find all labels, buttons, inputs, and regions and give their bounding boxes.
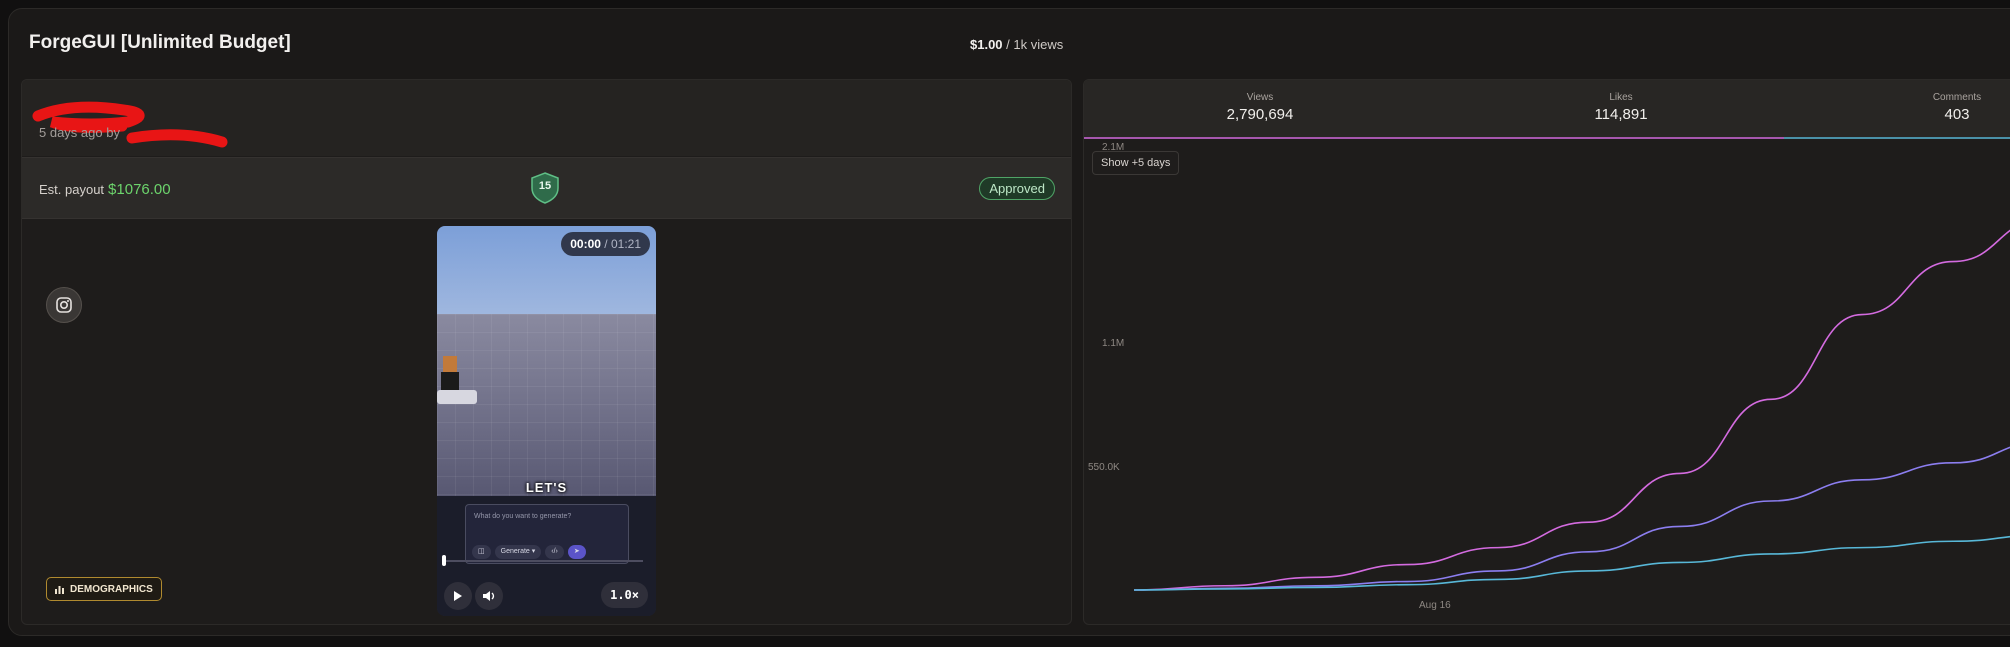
time-total: 01:21 xyxy=(610,237,641,251)
chart-series xyxy=(1133,229,2010,591)
volume-button[interactable] xyxy=(475,582,503,610)
time-current: 00:00 xyxy=(570,237,601,251)
payout-label-text: Est. payout xyxy=(39,182,105,197)
likes-line xyxy=(1133,446,2010,591)
y-tick-label: 550.0K xyxy=(1088,462,1120,473)
status-badge: Approved xyxy=(979,177,1055,200)
video-caption: LET'S xyxy=(525,480,568,495)
stat-comments: Comments 403 xyxy=(1857,92,2010,123)
score-badge: 15 xyxy=(531,172,559,204)
generate-toolbar: ◫ Generate ▾ ‹/› ➤ xyxy=(472,545,586,559)
rate-amount: $1.00 xyxy=(970,37,1003,52)
views-line xyxy=(1133,229,2010,591)
rate-label: $1.00 / 1k views xyxy=(970,37,1063,52)
y-tick-label: 1.1M xyxy=(1102,338,1124,349)
rate-unit: / 1k views xyxy=(1002,37,1064,52)
send-icon: ➤ xyxy=(567,545,586,559)
instagram-icon xyxy=(56,297,72,313)
generate-label: Generate xyxy=(500,548,530,555)
views-value: 2,790,694 xyxy=(1226,106,1294,123)
post-panel: 5 days ago by Est. payout $1076.00 15 App… xyxy=(21,79,1072,625)
views-label: Views xyxy=(1246,92,1274,103)
instagram-link-button[interactable] xyxy=(46,287,82,323)
stats-panel: Views 2,790,694 Likes 114,891 Comments 4… xyxy=(1083,79,2010,625)
image-icon: ◫ xyxy=(472,545,491,559)
video-lower-area: What do you want to generate? ◫ Generate… xyxy=(437,496,656,616)
x-tick-label: Aug 16 xyxy=(1419,600,1451,611)
video-progress-thumb[interactable] xyxy=(442,555,446,566)
video-character xyxy=(437,356,477,404)
bar-chart-icon xyxy=(55,585,64,594)
stat-likes: Likes 114,891 xyxy=(1521,92,1721,123)
video-player[interactable]: 00:00 / 01:21 LET'S What do you want to … xyxy=(437,226,656,616)
posted-time: 5 days ago by xyxy=(39,125,120,140)
generate-pill: Generate ▾ xyxy=(494,545,542,559)
demographics-label: DEMOGRAPHICS xyxy=(70,583,153,595)
score-value: 15 xyxy=(538,180,552,192)
likes-value: 114,891 xyxy=(1594,106,1648,123)
demographics-button[interactable]: DEMOGRAPHICS xyxy=(46,577,162,601)
stat-views: Views 2,790,694 xyxy=(1160,92,1360,123)
time-separator: / xyxy=(600,237,611,251)
video-progress-track[interactable] xyxy=(443,560,643,562)
play-icon xyxy=(454,591,462,601)
volume-icon xyxy=(483,591,495,601)
prompt-placeholder: What do you want to generate? xyxy=(474,513,572,520)
stats-bar: Views 2,790,694 Likes 114,891 Comments 4… xyxy=(1084,80,2010,137)
payout-bar: Est. payout $1076.00 15 Approved xyxy=(22,157,1071,219)
payout-value: $1076.00 xyxy=(108,181,171,198)
comments-value: 403 xyxy=(1944,106,1970,123)
code-icon: ‹/› xyxy=(545,545,564,559)
engagement-chart: 2.1M 1.1M 550.0K Aug 16 xyxy=(1084,137,2010,611)
show-more-days-button[interactable]: Show +5 days xyxy=(1092,151,1180,175)
speed-button[interactable]: 1.0× xyxy=(601,582,648,608)
payout-label: Est. payout $1076.00 xyxy=(39,181,171,198)
generate-panel: What do you want to generate? ◫ Generate… xyxy=(465,504,629,564)
likes-label: Likes xyxy=(1609,92,1633,103)
play-button[interactable] xyxy=(444,582,472,610)
campaign-title: ForgeGUI [Unlimited Budget] xyxy=(29,32,291,53)
video-time: 00:00 / 01:21 xyxy=(561,232,650,256)
comments-label: Comments xyxy=(1932,92,1982,103)
post-header: 5 days ago by xyxy=(22,80,1071,156)
